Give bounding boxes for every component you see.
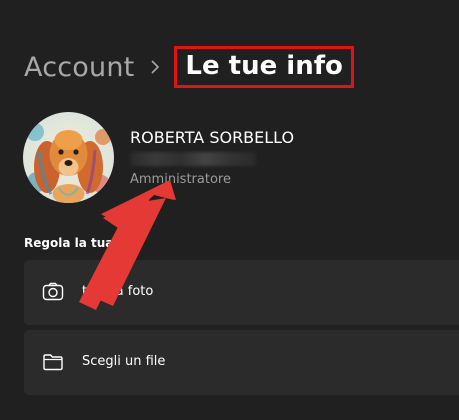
avatar [23,112,114,203]
breadcrumb-account-link[interactable]: Account [24,52,134,83]
choose-file-button[interactable]: Scegli un file [24,330,459,395]
user-name: ROBERTA SORBELLO [130,128,295,147]
choose-file-label: Scegli un file [82,354,166,369]
breadcrumb: Account Le tue info [24,46,354,88]
folder-icon [42,352,64,372]
page-title: Le tue info [174,46,354,88]
camera-icon [42,282,64,302]
section-heading: Regola la tua f [24,236,123,250]
take-photo-button[interactable]: ta una foto [24,260,459,325]
user-email-redacted [130,152,256,166]
chevron-right-icon [148,60,162,74]
settings-page: Account Le tue info ROBERTA SORBELLO Amm… [0,0,459,420]
take-photo-label: ta una foto [82,284,154,299]
user-role: Amministratore [130,172,231,187]
